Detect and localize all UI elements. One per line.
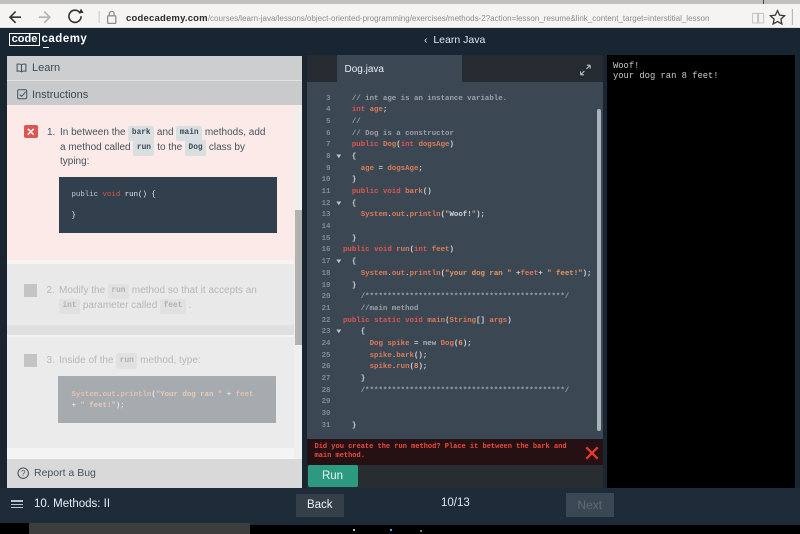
svg-text:?: ? — [20, 469, 25, 478]
